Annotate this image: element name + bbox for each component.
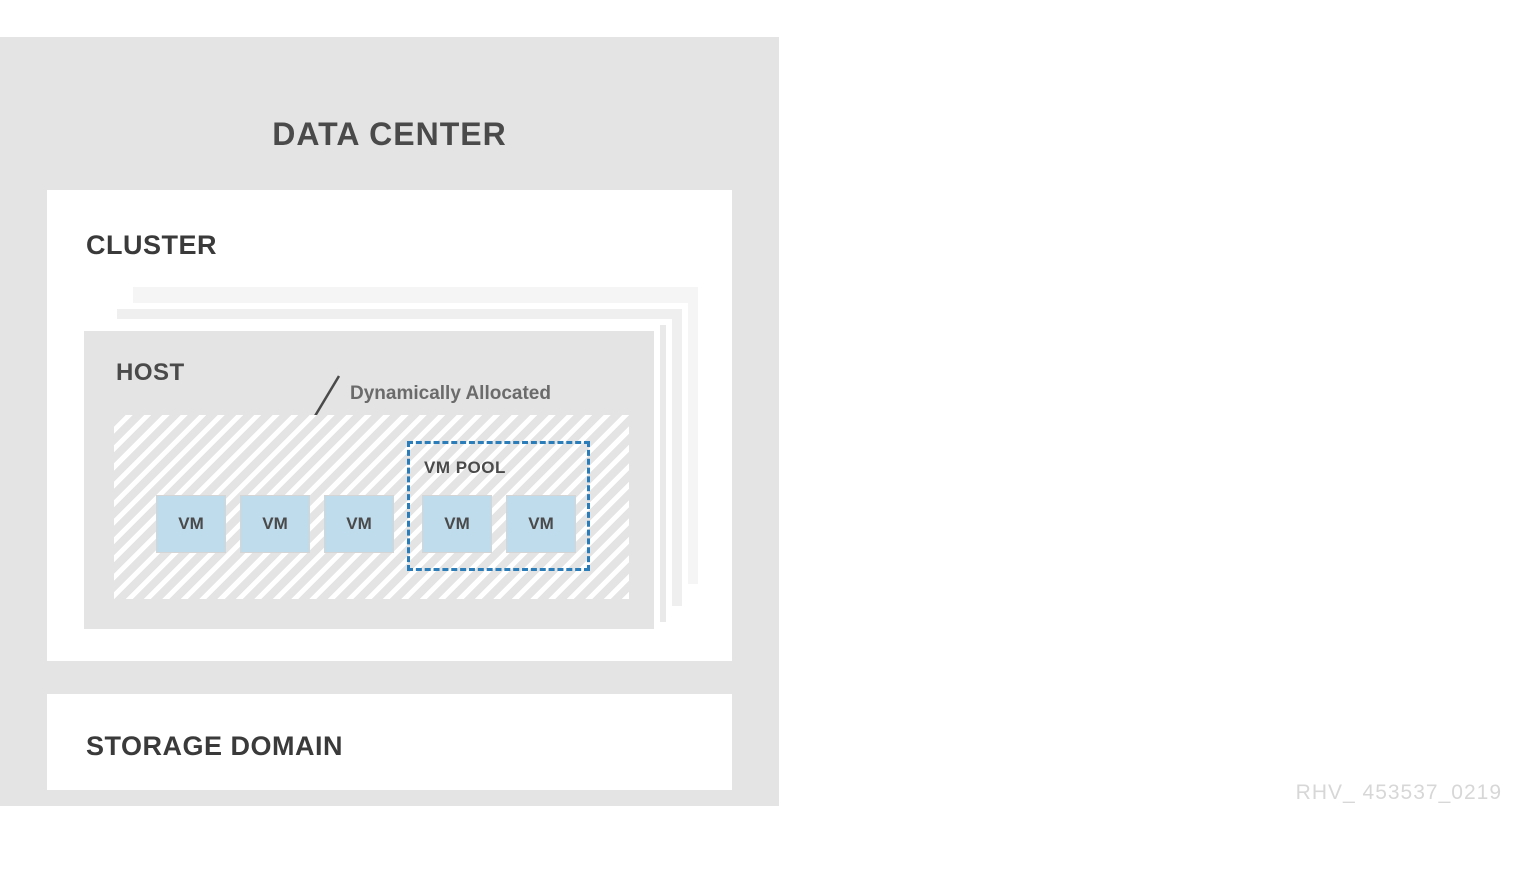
datacenter-box: DATA CENTER CLUSTER HOST Dynamically All… xyxy=(0,37,779,806)
cluster-box: CLUSTER HOST Dynamically Allocated VM VM… xyxy=(47,190,732,661)
dynamic-allocated-label: Dynamically Allocated xyxy=(350,383,551,405)
vm-pool-label: VM POOL xyxy=(424,458,506,478)
cluster-title: CLUSTER xyxy=(86,230,217,261)
vm-pool-box: VM POOL xyxy=(407,441,590,571)
vm-box: VM xyxy=(324,495,394,553)
diagram-canvas: DATA CENTER CLUSTER HOST Dynamically All… xyxy=(0,0,1520,875)
footer-reference-id: RHV_ 453537_0219 xyxy=(1296,781,1502,805)
datacenter-title: DATA CENTER xyxy=(0,116,779,153)
storage-domain-title: STORAGE DOMAIN xyxy=(86,731,343,762)
vm-box: VM xyxy=(240,495,310,553)
vm-box: VM xyxy=(156,495,226,553)
storage-domain-box: STORAGE DOMAIN xyxy=(47,694,732,790)
dynamic-area: VM VM VM VM VM VM POOL xyxy=(114,415,629,599)
host-title: HOST xyxy=(116,359,185,387)
host-box: HOST Dynamically Allocated VM VM VM VM V… xyxy=(84,325,660,629)
